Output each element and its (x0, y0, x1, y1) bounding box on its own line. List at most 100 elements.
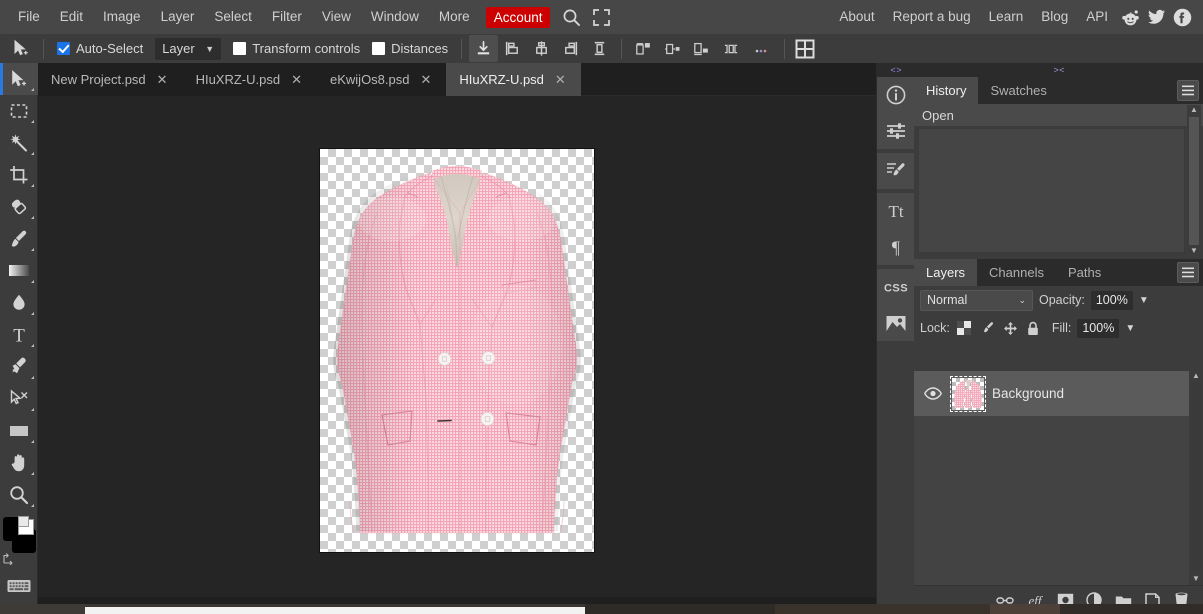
brush-tool[interactable] (0, 223, 38, 255)
transform-controls-checkbox[interactable]: Transform controls (227, 41, 366, 56)
lock-transparency-icon[interactable] (956, 320, 973, 337)
brush-settings-icon[interactable] (877, 153, 915, 189)
document-tab-1[interactable]: HIuXRZ-U.psd ✕ (182, 63, 317, 96)
layer-thumbnail[interactable] (950, 375, 986, 412)
align-right-icon[interactable] (556, 35, 585, 62)
css-icon[interactable]: CSS (877, 269, 915, 305)
account-button[interactable]: Account (485, 6, 551, 28)
fullscreen-icon[interactable] (586, 0, 616, 34)
distances-checkbox-box[interactable] (372, 42, 386, 55)
paragraph-pilcrow-icon[interactable]: ¶ (877, 229, 915, 265)
document-tab-3[interactable]: HIuXRZ-U.psd ✕ (446, 63, 581, 96)
artboard[interactable] (320, 149, 594, 552)
opacity-value[interactable]: 100% (1090, 290, 1133, 310)
marquee-tool[interactable] (0, 95, 38, 127)
scroll-down-icon[interactable]: ▼ (1192, 574, 1200, 585)
scroll-down-icon[interactable]: ▼ (1190, 246, 1198, 257)
document-tab-2[interactable]: eKwijOs8.psd ✕ (317, 63, 447, 96)
auto-select-checkbox[interactable]: Auto-Select (51, 41, 149, 56)
menu-report-a-bug[interactable]: Report a bug (884, 0, 980, 34)
character-Tt-icon[interactable]: Tt (877, 193, 915, 229)
crop-tool[interactable] (0, 159, 38, 191)
history-scroll-thumb[interactable] (1189, 117, 1199, 245)
panel-menu-icon[interactable] (1177, 80, 1199, 101)
auto-select-checkbox-box[interactable] (57, 42, 70, 55)
pen-tool[interactable] (0, 351, 38, 383)
panel-collapse-handle[interactable]: > < (914, 63, 1203, 77)
table-row[interactable]: Background (914, 371, 1203, 416)
blend-mode-select[interactable]: Normal ⌄ (920, 289, 1033, 311)
history-scroll-track[interactable] (1189, 117, 1199, 245)
adjustments-sliders-icon[interactable] (877, 113, 915, 149)
menu-image[interactable]: Image (93, 0, 151, 34)
type-tool[interactable]: T (0, 319, 38, 351)
arrange-grid-icon[interactable] (792, 35, 818, 62)
keyboard-icon[interactable] (0, 569, 38, 603)
menu-file[interactable]: File (8, 0, 50, 34)
align-center-horizontal-icon[interactable] (527, 35, 556, 62)
more-align-options-button[interactable] (745, 42, 777, 56)
close-icon[interactable]: ✕ (289, 72, 304, 87)
close-icon[interactable]: ✕ (155, 72, 170, 87)
lock-pixels-icon[interactable] (979, 320, 996, 337)
menu-learn[interactable]: Learn (980, 0, 1033, 34)
layer-scrollbar[interactable]: ▲ ▼ (1189, 371, 1203, 585)
distribute-spacing-icon[interactable] (716, 35, 745, 62)
swap-colors-icon[interactable] (2, 552, 15, 565)
color-swatches[interactable] (0, 516, 38, 569)
zoom-tool[interactable] (0, 479, 38, 511)
canvas-area[interactable] (38, 96, 876, 597)
blur-tool[interactable] (0, 287, 38, 319)
distribute-bottom-icon[interactable] (687, 35, 716, 62)
menu-edit[interactable]: Edit (50, 0, 93, 34)
menu-api[interactable]: API (1077, 0, 1117, 34)
align-left-icon[interactable] (498, 35, 527, 62)
shape-tool[interactable] (0, 415, 38, 447)
history-entry-open[interactable]: Open (914, 104, 1203, 126)
distribute-top-icon[interactable] (629, 35, 658, 62)
menu-filter[interactable]: Filter (262, 0, 312, 34)
lock-position-icon[interactable] (1002, 320, 1019, 337)
history-scrollbar[interactable]: ▲ ▼ (1187, 105, 1201, 257)
magic-wand-tool[interactable] (0, 127, 38, 159)
align-download-icon[interactable] (469, 35, 499, 62)
scroll-up-icon[interactable]: ▲ (1190, 105, 1198, 116)
path-select-tool[interactable] (0, 383, 38, 415)
collapse-chevrons-icon[interactable]: < > (876, 63, 915, 77)
distribute-middle-icon[interactable] (658, 35, 687, 62)
transform-controls-checkbox-box[interactable] (233, 42, 247, 55)
menu-about[interactable]: About (830, 0, 883, 34)
tab-swatches[interactable]: Swatches (978, 77, 1058, 104)
hand-tool[interactable] (0, 447, 38, 479)
align-vertical-icon[interactable] (585, 35, 614, 62)
distances-checkbox[interactable]: Distances (366, 41, 454, 56)
healing-tool[interactable] (0, 191, 38, 223)
scroll-up-icon[interactable]: ▲ (1192, 371, 1200, 382)
twitter-icon[interactable] (1143, 0, 1169, 34)
lock-all-icon[interactable] (1025, 320, 1042, 337)
image-picture-icon[interactable] (877, 305, 915, 341)
eye-icon[interactable] (922, 387, 944, 400)
menu-view[interactable]: View (312, 0, 361, 34)
move-tool-icon[interactable] (6, 35, 36, 62)
document-tab-0[interactable]: New Project.psd ✕ (38, 63, 183, 96)
tab-paths[interactable]: Paths (1056, 259, 1113, 286)
tab-history[interactable]: History (914, 77, 979, 104)
close-icon[interactable]: ✕ (553, 72, 568, 87)
fill-value[interactable]: 100% (1077, 318, 1120, 338)
menu-more[interactable]: More (429, 0, 480, 34)
fill-dropdown-icon[interactable]: ▼ (1125, 323, 1135, 334)
scope-select[interactable]: Layer ▼ (155, 37, 222, 60)
tab-layers[interactable]: Layers (914, 259, 978, 286)
close-icon[interactable]: ✕ (418, 72, 433, 87)
menu-layer[interactable]: Layer (151, 0, 205, 34)
layer-scroll-track[interactable] (1191, 383, 1201, 573)
tab-channels[interactable]: Channels (977, 259, 1056, 286)
info-circle-icon[interactable] (877, 77, 915, 113)
menu-blog[interactable]: Blog (1032, 0, 1077, 34)
move-tool[interactable] (0, 63, 38, 95)
search-icon[interactable] (556, 0, 586, 34)
gradient-tool[interactable] (0, 255, 38, 287)
facebook-icon[interactable] (1169, 0, 1195, 34)
menu-select[interactable]: Select (204, 0, 262, 34)
